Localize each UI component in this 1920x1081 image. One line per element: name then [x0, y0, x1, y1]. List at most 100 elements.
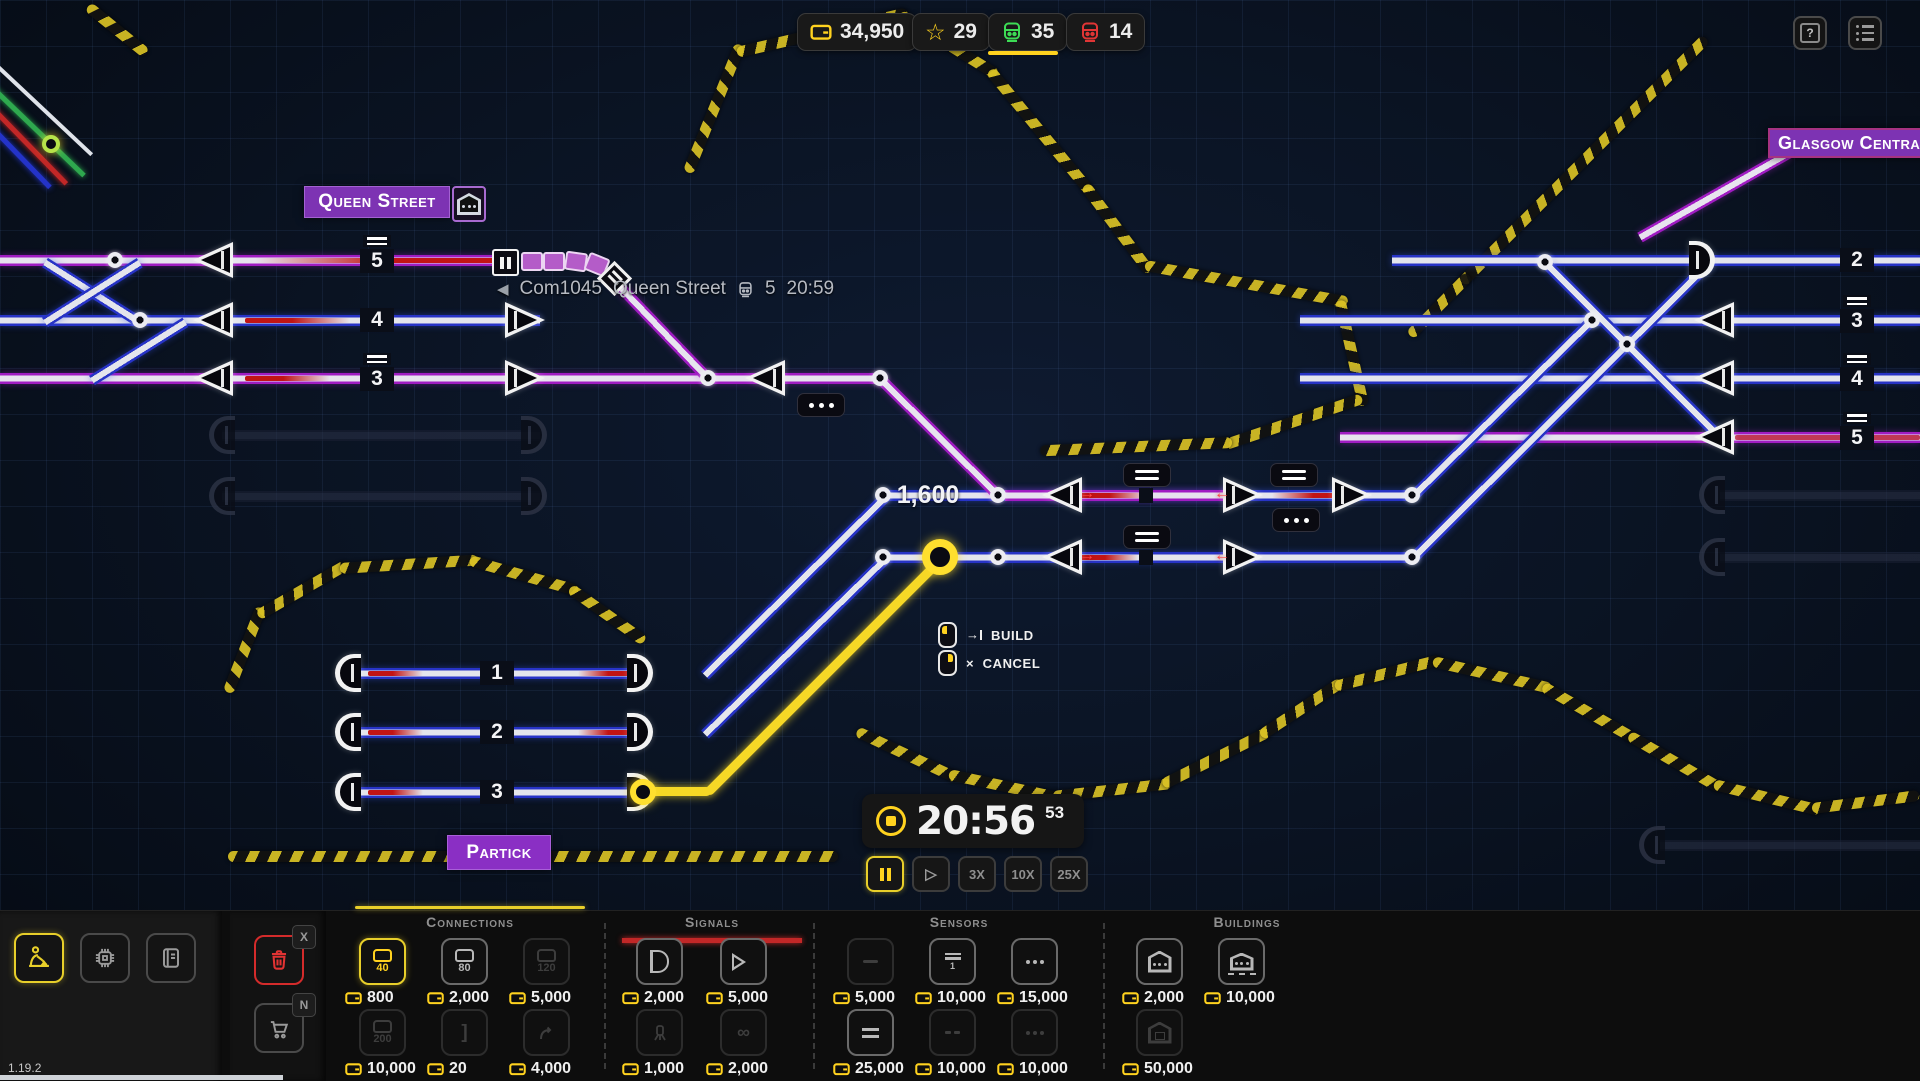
menu-button[interactable]	[1848, 16, 1882, 50]
loop-signal-button[interactable]: ∞	[720, 1009, 767, 1056]
track-node	[132, 312, 148, 328]
shop-hotkey-badge: N	[292, 993, 316, 1017]
station-label-partick[interactable]: Partick	[447, 835, 551, 870]
wait-badge[interactable]	[797, 393, 845, 417]
train-platform-number: 5	[765, 278, 776, 300]
section-connections: Connections 40 800 80 2,000 120 5,000 20…	[345, 911, 595, 1081]
train-alert-icon	[1079, 21, 1101, 43]
platform-label: 3	[360, 353, 394, 391]
track-bumper[interactable]	[335, 713, 361, 751]
track-bumper[interactable]	[1689, 241, 1715, 279]
station-label-queen-street[interactable]: Queen Street	[304, 186, 450, 218]
star-icon: ☆	[925, 21, 946, 44]
build-node[interactable]	[922, 539, 958, 575]
depot-button[interactable]	[1136, 1009, 1183, 1056]
auto-signal-button[interactable]	[720, 938, 767, 985]
train-top-icon	[537, 949, 556, 962]
section-title: Buildings	[1122, 914, 1372, 930]
station-icon	[1148, 951, 1172, 973]
systems-mode-button[interactable]	[80, 933, 130, 983]
mini-dots-sensor-icon	[1026, 1031, 1044, 1035]
signal[interactable]	[1042, 477, 1082, 513]
sensor-badge[interactable]	[1123, 525, 1171, 549]
trains-alert-counter[interactable]: 14	[1066, 13, 1145, 51]
basic-sensor-button[interactable]	[847, 938, 894, 985]
manual-signal-button[interactable]	[636, 938, 683, 985]
train-car[interactable]	[543, 252, 565, 271]
track-speed-40-button[interactable]: 40	[359, 938, 406, 985]
signal[interactable]	[1042, 539, 1082, 575]
track-segment[interactable]	[1300, 373, 1920, 384]
wait-badge[interactable]	[1272, 508, 1320, 532]
signal[interactable]	[745, 360, 785, 396]
route-arrow-icon: →	[1079, 485, 1095, 503]
signal[interactable]	[193, 360, 233, 396]
build-node[interactable]	[630, 779, 656, 805]
train-destination: Queen Street	[613, 278, 726, 300]
track-segment[interactable]	[708, 373, 883, 384]
station-building-icon[interactable]	[452, 186, 486, 222]
speed-25x-button[interactable]: 25X	[1050, 856, 1088, 892]
signal[interactable]	[505, 360, 545, 396]
price: 800	[345, 989, 394, 1007]
help-button[interactable]: ?	[1793, 16, 1827, 50]
train-info-label[interactable]: ◀ Com1045 Queen Street 5 20:59	[497, 278, 834, 300]
section-signals: Signals 2,000 5,000 1,000 ∞ 2,000	[622, 911, 802, 1081]
mini-dots-sensor-button[interactable]	[1011, 1009, 1058, 1056]
route-arrow-icon: ←	[1214, 485, 1230, 503]
scrollbar[interactable]	[0, 1075, 283, 1080]
track-bumper[interactable]	[627, 654, 653, 692]
section-sensors: Sensors 5,000 1 10,000 15,000 25,000 10,…	[833, 911, 1085, 1081]
signal[interactable]	[505, 302, 545, 338]
station-button[interactable]	[1136, 938, 1183, 985]
end-of-track-button[interactable]: ]	[441, 1009, 488, 1056]
signal[interactable]	[1694, 419, 1734, 455]
signal[interactable]	[1332, 477, 1372, 513]
signal[interactable]	[193, 302, 233, 338]
price: 10,000	[1204, 989, 1275, 1007]
station-label-glasgow-central[interactable]: Glasgow Central	[1768, 128, 1920, 158]
track-bumper[interactable]	[335, 654, 361, 692]
track-bumper[interactable]	[335, 773, 361, 811]
wait-sensor-button[interactable]	[1011, 938, 1058, 985]
chip-icon	[91, 944, 119, 972]
build-mode-button[interactable]	[14, 933, 64, 983]
track-speed-200-button[interactable]: 200	[359, 1009, 406, 1056]
track-bumper[interactable]	[627, 713, 653, 751]
contracts-mode-button[interactable]	[146, 933, 196, 983]
play-button[interactable]: ▷	[912, 856, 950, 892]
platform-extension-button[interactable]	[1218, 938, 1265, 985]
track-speed-80-button[interactable]: 80	[441, 938, 488, 985]
signal[interactable]	[193, 242, 233, 278]
money-counter[interactable]: 34,950	[797, 13, 917, 51]
platform-extension-icon	[1230, 953, 1254, 971]
ghost-bumper	[1699, 538, 1725, 576]
sensor-badge[interactable]	[1123, 463, 1171, 487]
track-node	[1404, 487, 1420, 503]
track-node	[875, 549, 891, 565]
stars-counter[interactable]: ☆ 29	[912, 13, 990, 51]
gate-signal-button[interactable]	[636, 1009, 683, 1056]
signal[interactable]	[1694, 302, 1734, 338]
cancel-hint: × CANCEL	[938, 650, 1040, 676]
track-speed-120-button[interactable]: 120	[523, 938, 570, 985]
train-car[interactable]	[521, 252, 543, 271]
end-of-track-icon: ]	[461, 1022, 467, 1044]
active-section-indicator	[355, 906, 585, 909]
dashed-sensor-button[interactable]	[929, 1009, 976, 1056]
curve-track-button[interactable]	[523, 1009, 570, 1056]
speed-sensor-button[interactable]: 1	[929, 938, 976, 985]
stop-sensor-button[interactable]	[847, 1009, 894, 1056]
trains-running-counter[interactable]: 35	[988, 13, 1067, 51]
speed-3x-button[interactable]: 3X	[958, 856, 996, 892]
train-stopped-icon[interactable]	[492, 249, 519, 276]
sensor-badge[interactable]	[1270, 463, 1318, 487]
pause-button[interactable]	[866, 856, 904, 892]
train-id: Com1045	[520, 278, 602, 300]
ghost-bumper	[1699, 476, 1725, 514]
signal[interactable]	[1694, 360, 1734, 396]
price: 2,000	[427, 989, 489, 1007]
speed-10x-button[interactable]: 10X	[1004, 856, 1042, 892]
platform-label: 1	[480, 661, 514, 685]
build-hint: → BUILD	[938, 622, 1034, 648]
